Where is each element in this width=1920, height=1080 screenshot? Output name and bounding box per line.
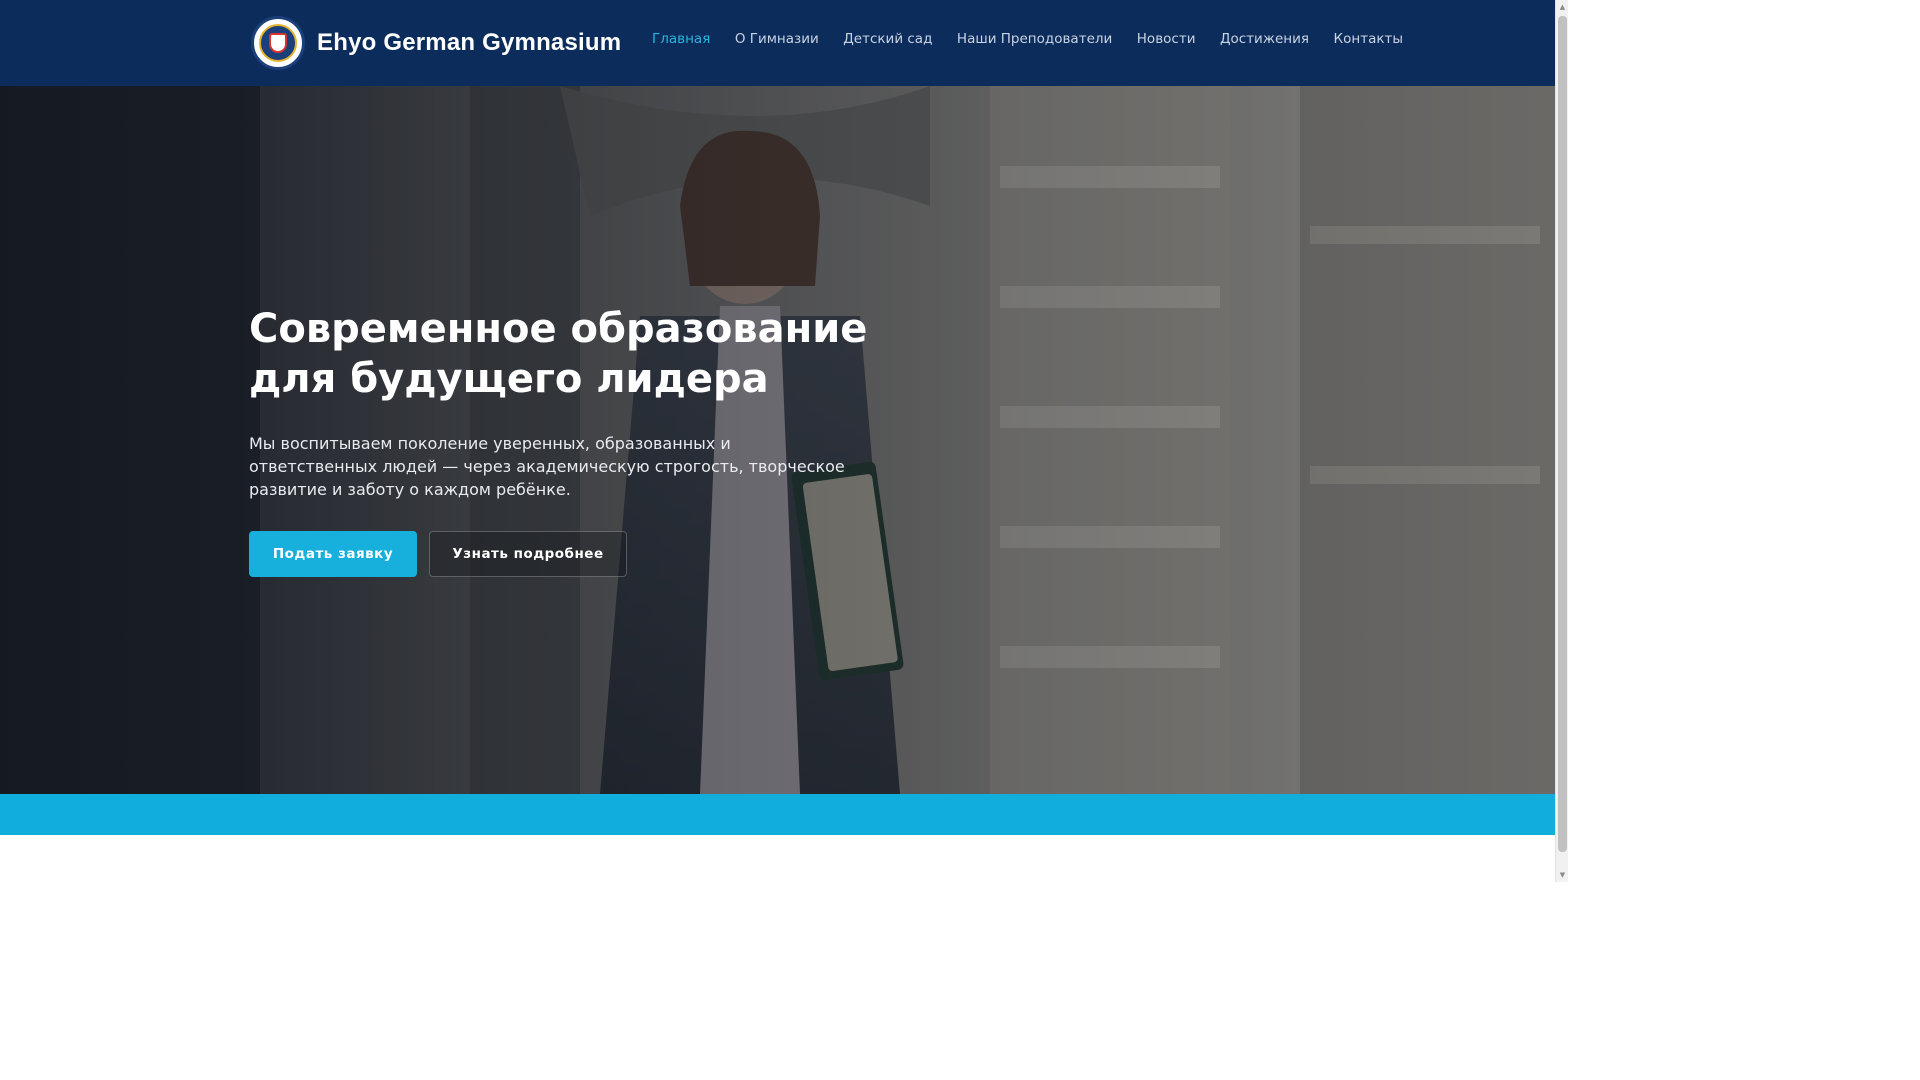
vertical-scrollbar[interactable]: ▲ ▼ — [1555, 0, 1568, 882]
scroll-down-arrow-icon[interactable]: ▼ — [1556, 868, 1569, 882]
hero-title-line-2: для будущего лидера — [249, 356, 769, 402]
hero-title: Современное образование для будущего лид… — [249, 304, 869, 404]
brand[interactable]: Ehyo German Gymnasium — [251, 16, 621, 70]
nav-item-contacts[interactable]: Контакты — [1334, 31, 1403, 47]
hero-buttons: Подать заявку Узнать подробнее — [249, 531, 869, 577]
accent-band — [0, 794, 1555, 835]
learn-more-button[interactable]: Узнать подробнее — [429, 531, 627, 577]
scrollbar-thumb[interactable] — [1558, 16, 1567, 852]
nav-item-kindergarten[interactable]: Детский сад — [843, 31, 932, 47]
nav-item-news[interactable]: Новости — [1137, 31, 1196, 47]
nav-item-about[interactable]: О Гимназии — [735, 31, 819, 47]
brand-name[interactable]: Ehyo German Gymnasium — [317, 29, 621, 57]
site-header: Ehyo German Gymnasium Главная О Гимназии… — [0, 0, 1555, 86]
main-nav: Главная О Гимназии Детский сад Наши Преп… — [652, 31, 1428, 47]
school-crest-icon — [251, 16, 305, 70]
hero-description: Мы воспитываем поколение уверенных, обра… — [249, 434, 845, 499]
scroll-up-arrow-icon[interactable]: ▲ — [1556, 0, 1569, 14]
nav-item-home[interactable]: Главная — [652, 31, 710, 47]
nav-item-achievements[interactable]: Достижения — [1220, 31, 1309, 47]
apply-button[interactable]: Подать заявку — [249, 531, 417, 577]
hero-title-line-1: Современное образование — [249, 306, 868, 352]
hero-section: Современное образование для будущего лид… — [0, 86, 1555, 794]
nav-item-teachers[interactable]: Наши Преподователи — [957, 31, 1112, 47]
hero-content: Современное образование для будущего лид… — [249, 304, 869, 577]
